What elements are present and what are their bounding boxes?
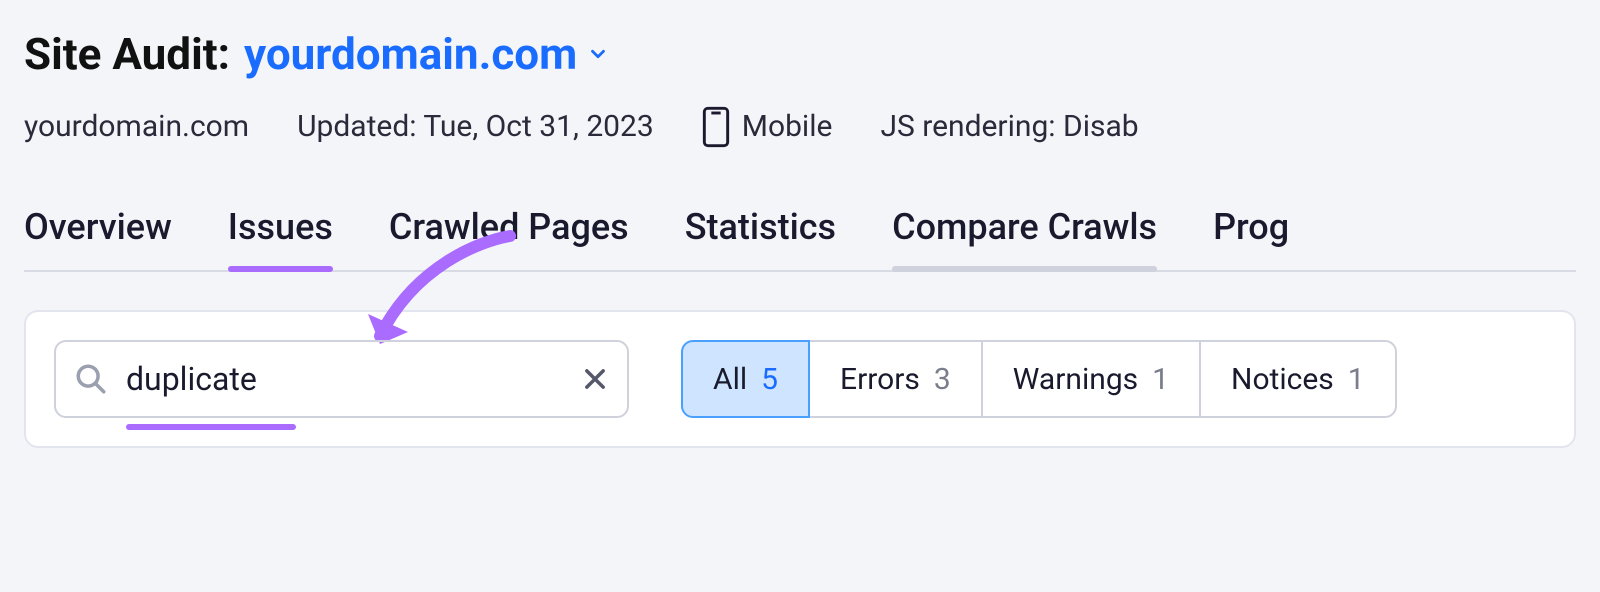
issues-toolbar: All 5 Errors 3 Warnings 1 Notices 1 <box>24 310 1576 448</box>
page-title-row: Site Audit: yourdomain.com <box>24 28 1576 80</box>
meta-device: Mobile <box>702 106 833 146</box>
meta-device-label: Mobile <box>742 109 833 144</box>
filter-label: Errors <box>840 362 920 397</box>
close-icon[interactable] <box>581 365 609 393</box>
chevron-down-icon <box>587 43 609 65</box>
meta-domain: yourdomain.com <box>24 109 249 144</box>
meta-updated: Updated: Tue, Oct 31, 2023 <box>297 109 654 144</box>
page-title: Site Audit: <box>24 28 230 80</box>
search-box[interactable] <box>54 340 629 418</box>
tab-compare-crawls[interactable]: Compare Crawls <box>892 206 1157 270</box>
filter-count: 1 <box>1152 362 1169 397</box>
tab-statistics[interactable]: Statistics <box>685 206 836 270</box>
tab-issues[interactable]: Issues <box>228 206 333 270</box>
filter-all[interactable]: All 5 <box>681 340 810 418</box>
filter-warnings[interactable]: Warnings 1 <box>981 340 1199 418</box>
search-icon <box>74 362 108 396</box>
search-input[interactable] <box>126 360 581 398</box>
filter-label: All <box>713 362 747 397</box>
filter-errors[interactable]: Errors 3 <box>810 340 981 418</box>
domain-selector[interactable]: yourdomain.com <box>244 28 609 80</box>
mobile-icon <box>702 106 730 146</box>
tab-crawled-pages[interactable]: Crawled Pages <box>389 206 629 270</box>
filter-notices[interactable]: Notices 1 <box>1199 340 1397 418</box>
filter-count: 3 <box>934 362 951 397</box>
annotation-underline <box>126 424 296 430</box>
domain-name: yourdomain.com <box>244 28 577 80</box>
filter-group: All 5 Errors 3 Warnings 1 Notices 1 <box>681 340 1397 418</box>
tabs: Overview Issues Crawled Pages Statistics… <box>24 206 1576 272</box>
filter-count: 1 <box>1348 362 1365 397</box>
meta-js-rendering: JS rendering: Disab <box>880 109 1138 144</box>
meta-row: yourdomain.com Updated: Tue, Oct 31, 202… <box>24 106 1576 146</box>
filter-label: Notices <box>1231 362 1334 397</box>
filter-label: Warnings <box>1013 362 1138 397</box>
tab-overview[interactable]: Overview <box>24 206 172 270</box>
filter-count: 5 <box>761 362 778 397</box>
tab-progress[interactable]: Prog <box>1213 206 1289 270</box>
